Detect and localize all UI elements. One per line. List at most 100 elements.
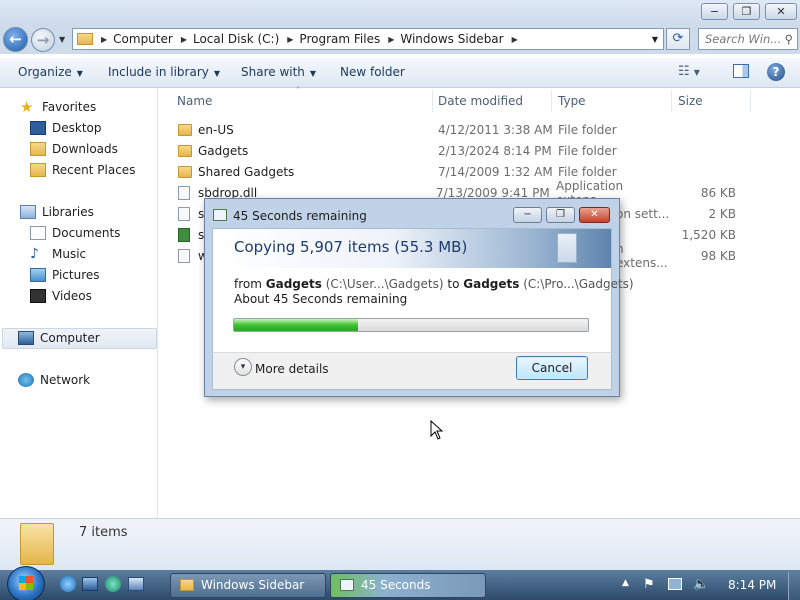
taskbar-copy-window[interactable]: 45 Seconds remaining	[330, 573, 486, 598]
nav-libraries-label: Libraries	[42, 205, 94, 219]
share-with-menu[interactable]: Share with ▼	[241, 65, 316, 79]
nav-pictures[interactable]: Pictures	[30, 268, 100, 282]
column-divider[interactable]	[750, 90, 751, 112]
view-options-icon[interactable]: ☷ ▼	[678, 64, 700, 79]
clock[interactable]: 8:14 PM	[728, 578, 776, 592]
column-header-date[interactable]: Date modified	[438, 94, 523, 108]
file-size: 86 KB	[700, 185, 736, 200]
star-icon: ★	[20, 98, 34, 116]
nav-music[interactable]: ♪ Music	[30, 247, 86, 261]
nav-computer-label: Computer	[40, 331, 100, 345]
nav-documents[interactable]: Documents	[30, 226, 120, 240]
cancel-button[interactable]: Cancel	[516, 356, 588, 380]
forward-button[interactable]: →	[31, 28, 55, 52]
address-bar[interactable]: ▶ Computer ▶ Local Disk (C:) ▶ Program F…	[72, 28, 664, 50]
progress-fill	[234, 319, 358, 331]
search-placeholder: Search Win...	[705, 32, 782, 46]
dialog-close-button[interactable]: ✕	[579, 207, 610, 223]
copy-route: from Gadgets (C:\User...\Gadgets) to Gad…	[234, 277, 634, 291]
more-details-toggle[interactable]: More details	[255, 362, 329, 376]
back-button[interactable]: ←	[3, 27, 28, 52]
column-divider[interactable]	[432, 90, 433, 112]
switch-windows-icon[interactable]	[128, 577, 144, 591]
music-icon: ♪	[30, 246, 39, 262]
source-folder-link[interactable]: Gadgets	[266, 277, 322, 291]
breadcrumb-program-files[interactable]: Program Files	[299, 32, 386, 46]
show-desktop-button[interactable]	[788, 572, 800, 600]
nav-libraries[interactable]: Libraries	[20, 205, 94, 219]
search-input[interactable]: Search Win... ⚲	[698, 28, 798, 50]
breadcrumb-separator-icon[interactable]: ▶	[386, 35, 400, 44]
show-desktop-icon[interactable]	[82, 577, 98, 591]
address-dropdown-icon[interactable]: ▼	[652, 35, 658, 44]
destination-folder-link[interactable]: Gadgets	[463, 277, 519, 291]
maximize-button[interactable]: ❐	[733, 3, 760, 20]
folder-icon	[178, 165, 192, 178]
minimize-button[interactable]: −	[701, 3, 728, 20]
volume-muted-icon[interactable]: 🔈	[693, 577, 709, 592]
application-icon	[178, 227, 190, 242]
column-header-type[interactable]: Type	[558, 94, 586, 108]
breadcrumb-separator-icon[interactable]: ▶	[510, 35, 524, 44]
refresh-button[interactable]: ⟳	[666, 28, 690, 50]
nav-desktop[interactable]: Desktop	[30, 121, 102, 135]
nav-documents-label: Documents	[52, 226, 121, 240]
large-folder-icon	[20, 523, 54, 565]
network-icon	[18, 373, 34, 387]
start-button[interactable]	[7, 566, 45, 600]
network-status-icon[interactable]	[668, 578, 682, 590]
file-date: 4/12/2011 3:38 AM	[438, 122, 553, 137]
taskbar-explorer-window[interactable]: Windows Sidebar	[170, 573, 326, 598]
computer-icon	[18, 331, 34, 345]
nav-recent-places[interactable]: Recent Places	[30, 163, 135, 177]
dialog-minimize-button[interactable]: −	[513, 207, 542, 223]
file-row[interactable]: Gadgets 2/13/2024 8:14 PM File folder	[178, 140, 758, 161]
nav-downloads[interactable]: Downloads	[30, 142, 118, 156]
column-header-name[interactable]: Name	[177, 94, 212, 108]
organize-menu[interactable]: Organize ▼	[18, 65, 83, 79]
dropdown-arrow-icon: ▼	[76, 69, 83, 78]
documents-icon	[30, 226, 46, 240]
breadcrumb-local-disk[interactable]: Local Disk (C:)	[193, 32, 285, 46]
help-icon[interactable]: ?	[767, 63, 785, 81]
internet-explorer-icon[interactable]	[60, 576, 76, 592]
show-hidden-icons[interactable]: ▲	[622, 578, 629, 588]
new-folder-button[interactable]: New folder	[340, 65, 405, 79]
to-label: to	[447, 277, 460, 291]
folder-icon	[178, 123, 192, 136]
breadcrumb-separator-icon[interactable]: ▶	[179, 35, 193, 44]
nav-network-label: Network	[40, 373, 91, 387]
file-type: File folder	[558, 143, 617, 158]
dll-file-icon	[178, 248, 190, 263]
libraries-icon	[20, 205, 36, 219]
copy-animation-icon	[557, 233, 577, 263]
file-date: 2/13/2024 8:14 PM	[438, 143, 552, 158]
column-divider[interactable]	[551, 90, 552, 112]
nav-videos[interactable]: Videos	[30, 289, 92, 303]
dialog-maximize-button[interactable]: ❐	[546, 207, 575, 223]
column-divider[interactable]	[671, 90, 672, 112]
breadcrumb-windows-sidebar[interactable]: Windows Sidebar	[400, 32, 509, 46]
share-with-label: Share with	[241, 65, 305, 79]
nav-videos-label: Videos	[52, 289, 92, 303]
breadcrumb-separator-icon[interactable]: ▶	[285, 35, 299, 44]
file-size: 98 KB	[700, 248, 736, 263]
close-button[interactable]: ✕	[765, 3, 797, 20]
media-player-icon[interactable]	[105, 576, 121, 592]
action-center-flag-icon[interactable]: ⚑	[643, 577, 655, 592]
breadcrumb-separator-icon[interactable]: ▶	[99, 35, 113, 44]
nav-favorites[interactable]: ★ Favorites	[20, 98, 96, 116]
nav-network[interactable]: Network	[18, 373, 90, 387]
include-in-library-label: Include in library	[108, 65, 209, 79]
dropdown-arrow-icon: ▼	[309, 69, 317, 78]
include-in-library-menu[interactable]: Include in library ▼	[108, 65, 220, 79]
recent-pages-chevron-icon[interactable]: ▼	[59, 35, 65, 44]
file-row[interactable]: en-US 4/12/2011 3:38 AM File folder	[178, 119, 758, 140]
preview-pane-icon[interactable]	[733, 64, 749, 78]
nav-computer[interactable]: Computer	[18, 331, 100, 345]
expand-chevron-icon[interactable]: ▾	[234, 358, 252, 376]
back-arrow-icon: ←	[9, 30, 22, 48]
breadcrumb-computer[interactable]: Computer	[113, 32, 179, 46]
column-header-size[interactable]: Size	[678, 94, 703, 108]
nav-downloads-label: Downloads	[52, 142, 118, 156]
